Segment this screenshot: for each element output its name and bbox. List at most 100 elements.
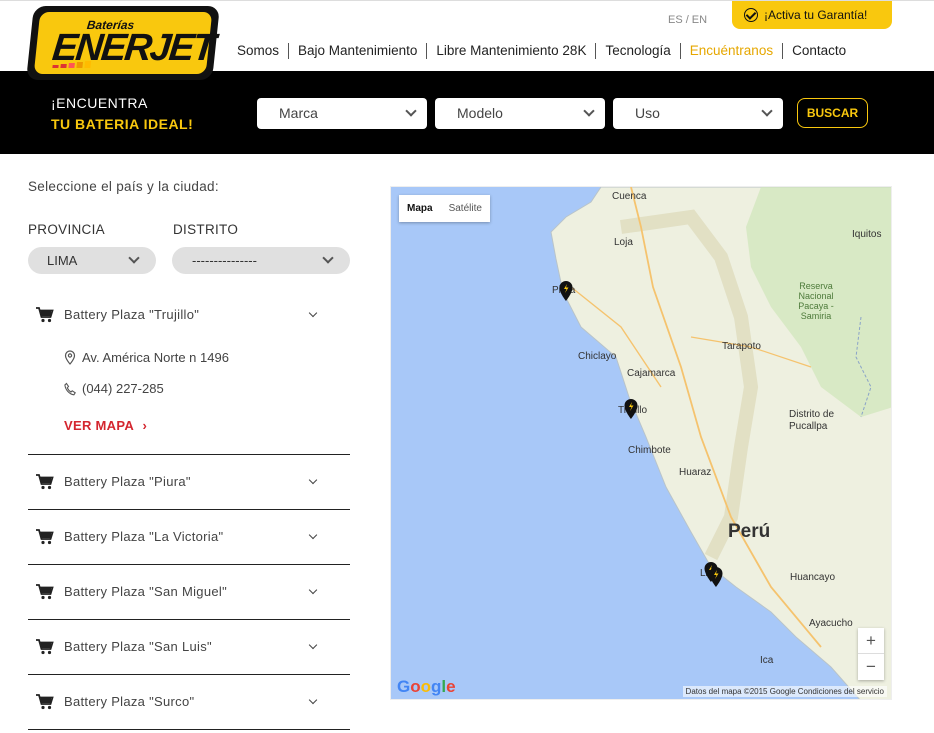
map-city-label: Distrito de Pucallpa: [789, 409, 835, 432]
nav-tecnologia[interactable]: Tecnología: [595, 43, 679, 59]
store-name: Battery Plaza "San Luis": [64, 639, 212, 654]
view-map-label: VER MAPA: [64, 418, 134, 433]
chevron-down-icon[interactable]: [308, 695, 318, 705]
cart-icon: [36, 694, 54, 710]
chevron-down-icon[interactable]: [308, 640, 318, 650]
map-zoom-control: + −: [858, 628, 884, 680]
site-header: Baterías ENERJET ES / EN ¡Activa tu Garant…: [0, 0, 934, 80]
chevron-down-icon[interactable]: [308, 475, 318, 485]
store-address: Av. América Norte n 1496: [64, 350, 229, 365]
brand-select[interactable]: Marca: [257, 98, 427, 129]
map-tab-map[interactable]: Mapa: [399, 195, 441, 222]
nav-somos[interactable]: Somos: [228, 43, 288, 59]
warranty-label: ¡Activa tu Garantía!: [764, 8, 868, 22]
chevron-down-icon: [405, 105, 417, 117]
chevron-down-icon[interactable]: [308, 585, 318, 595]
language-switcher: ES / EN: [668, 14, 707, 26]
main-nav: Somos Bajo Mantenimiento Libre Mantenimi…: [228, 43, 855, 59]
distrito-label: DISTRITO: [173, 222, 239, 237]
map-marker-icon[interactable]: [559, 281, 573, 301]
store-phone: (044) 227-285: [64, 381, 164, 396]
chevron-down-icon: [322, 252, 334, 264]
store-address-text: Av. América Norte n 1496: [82, 350, 229, 365]
logo-background: Baterías ENERJET: [33, 12, 216, 74]
use-select[interactable]: Uso: [613, 98, 783, 129]
store-item-piura[interactable]: Battery Plaza "Piura": [28, 455, 350, 510]
lang-separator: /: [685, 14, 689, 26]
map-country-label: Perú: [728, 521, 771, 542]
store-phone-text: (044) 227-285: [82, 381, 164, 396]
map-marker-icon[interactable]: [709, 567, 723, 587]
model-select-value: Modelo: [457, 105, 503, 121]
map-city-label: Chimbote: [628, 445, 671, 456]
cart-icon: [36, 584, 54, 600]
google-logo: Google: [397, 677, 456, 697]
map-city-label: Ayacucho: [809, 618, 853, 629]
google-logo-letter: G: [397, 677, 411, 696]
chevron-right-icon: ›: [142, 418, 148, 433]
store-item-trujillo[interactable]: Battery Plaza "Trujillo" Av. América Nor…: [28, 292, 350, 455]
nav-bajo-mantenimiento[interactable]: Bajo Mantenimiento: [288, 43, 426, 59]
cart-icon: [36, 529, 54, 545]
google-logo-letter: o: [420, 677, 432, 696]
map-city-label: Iquitos: [852, 229, 882, 240]
google-logo-letter: e: [446, 677, 456, 696]
zoom-out-button[interactable]: −: [858, 654, 884, 680]
map-city-label: Reserva Nacional Pacaya - Samiria: [798, 281, 834, 321]
chevron-down-icon[interactable]: [308, 308, 318, 318]
store-item-surco[interactable]: Battery Plaza "Surco": [28, 675, 350, 730]
store-name: Battery Plaza "San Miguel": [64, 584, 227, 599]
store-name: Battery Plaza "La Victoria": [64, 529, 224, 544]
nav-libre-mantenimiento[interactable]: Libre Mantenimiento 28K: [426, 43, 595, 59]
store-item-san-luis[interactable]: Battery Plaza "San Luis": [28, 620, 350, 675]
lang-es-link[interactable]: ES: [668, 14, 683, 26]
chevron-down-icon: [761, 105, 773, 117]
store-item-san-miguel[interactable]: Battery Plaza "San Miguel": [28, 565, 350, 620]
search-title-line2: TU BATERIA IDEAL!: [51, 116, 194, 132]
cart-icon: [36, 639, 54, 655]
google-logo-letter: g: [431, 677, 442, 696]
check-circle-icon: [744, 8, 758, 22]
map-marker-icon[interactable]: [624, 399, 638, 419]
use-select-value: Uso: [635, 105, 660, 121]
provincia-select[interactable]: LIMA: [28, 247, 156, 274]
map-city-label: Cuenca: [612, 191, 647, 202]
chevron-down-icon[interactable]: [308, 530, 318, 540]
activate-warranty-button[interactable]: ¡Activa tu Garantía!: [732, 1, 892, 29]
map-city-label: Huaraz: [679, 467, 712, 478]
map-type-tabs: Mapa Satélite: [399, 195, 490, 222]
store-name: Battery Plaza "Surco": [64, 694, 195, 709]
map-attribution[interactable]: Datos del mapa ©2015 Google Condiciones …: [682, 686, 887, 697]
model-select[interactable]: Modelo: [435, 98, 605, 129]
phone-icon: [64, 382, 76, 395]
cart-icon: [36, 307, 54, 323]
store-name: Battery Plaza "Piura": [64, 474, 191, 489]
distrito-value: ---------------: [192, 253, 257, 268]
finder-instruction: Seleccione el país y la ciudad:: [28, 179, 219, 194]
store-name: Battery Plaza "Trujillo": [64, 307, 200, 322]
store-map[interactable]: Mapa Satélite Cuenca Loja Iquitos Piura …: [390, 186, 892, 700]
chevron-down-icon: [128, 252, 140, 264]
search-button[interactable]: BUSCAR: [797, 98, 868, 128]
nav-encuentranos[interactable]: Encuéntranos: [679, 43, 782, 59]
distrito-select[interactable]: ---------------: [172, 247, 350, 274]
location-pin-icon: [64, 350, 76, 365]
map-city-label: Huancayo: [790, 572, 836, 583]
provincia-label: PROVINCIA: [28, 222, 105, 237]
nav-contacto[interactable]: Contacto: [782, 43, 855, 59]
map-tab-satellite[interactable]: Satélite: [441, 195, 490, 222]
provincia-value: LIMA: [47, 253, 78, 268]
enerjet-logo[interactable]: Baterías ENERJET: [26, 6, 220, 80]
map-city-label: Chiclayo: [578, 351, 617, 362]
map-city-label: Loja: [614, 237, 633, 248]
map-city-label: Ica: [760, 655, 774, 666]
zoom-in-button[interactable]: +: [858, 628, 884, 654]
cart-icon: [36, 474, 54, 490]
map-city-label: Tarapoto: [722, 341, 761, 352]
search-title-line1: ¡ENCUENTRA: [51, 95, 148, 111]
battery-search-bar: ¡ENCUENTRA TU BATERIA IDEAL! Marca Model…: [0, 71, 934, 154]
brand-select-value: Marca: [279, 105, 318, 121]
lang-en-link[interactable]: EN: [692, 14, 707, 26]
view-map-link[interactable]: VER MAPA ›: [64, 418, 147, 433]
store-item-la-victoria[interactable]: Battery Plaza "La Victoria": [28, 510, 350, 565]
